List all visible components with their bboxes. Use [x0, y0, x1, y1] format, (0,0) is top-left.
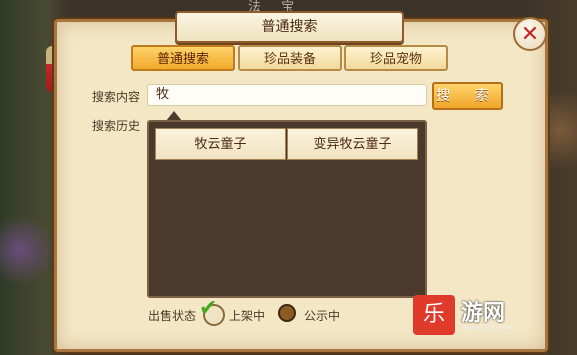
tab-rare-pets[interactable]: 珍品宠物	[344, 45, 448, 71]
site-watermark: 乐 游网 www.962.net	[413, 295, 528, 335]
sale-status-label: 出售状态	[148, 309, 197, 323]
search-content-label: 搜索内容	[92, 90, 141, 104]
close-button[interactable]: ✕	[513, 17, 547, 51]
tab-normal-search[interactable]: 普通搜索	[131, 45, 235, 71]
search-button[interactable]: 搜 索	[432, 82, 503, 110]
close-icon: ✕	[520, 21, 540, 47]
history-item[interactable]: 变异牧云童子	[287, 128, 418, 160]
announce-radio[interactable]	[278, 304, 296, 322]
history-item[interactable]: 牧云童子	[155, 128, 286, 160]
history-panel: 牧云童子 变异牧云童子	[147, 120, 427, 298]
tab-rare-equipment[interactable]: 珍品装备	[238, 45, 342, 71]
search-history-label: 搜索历史	[92, 119, 141, 133]
on-sale-label: 上架中	[229, 309, 266, 323]
checkmark-icon: ✔	[199, 296, 218, 321]
announce-label: 公示中	[304, 309, 341, 323]
dialog-title: 普通搜索	[261, 19, 318, 35]
dialog-title-plate: 普通搜索	[175, 11, 404, 43]
watermark-url: www.962.net	[463, 323, 516, 332]
search-input[interactable]: 牧	[147, 84, 427, 106]
watermark-logo: 乐	[413, 295, 455, 335]
